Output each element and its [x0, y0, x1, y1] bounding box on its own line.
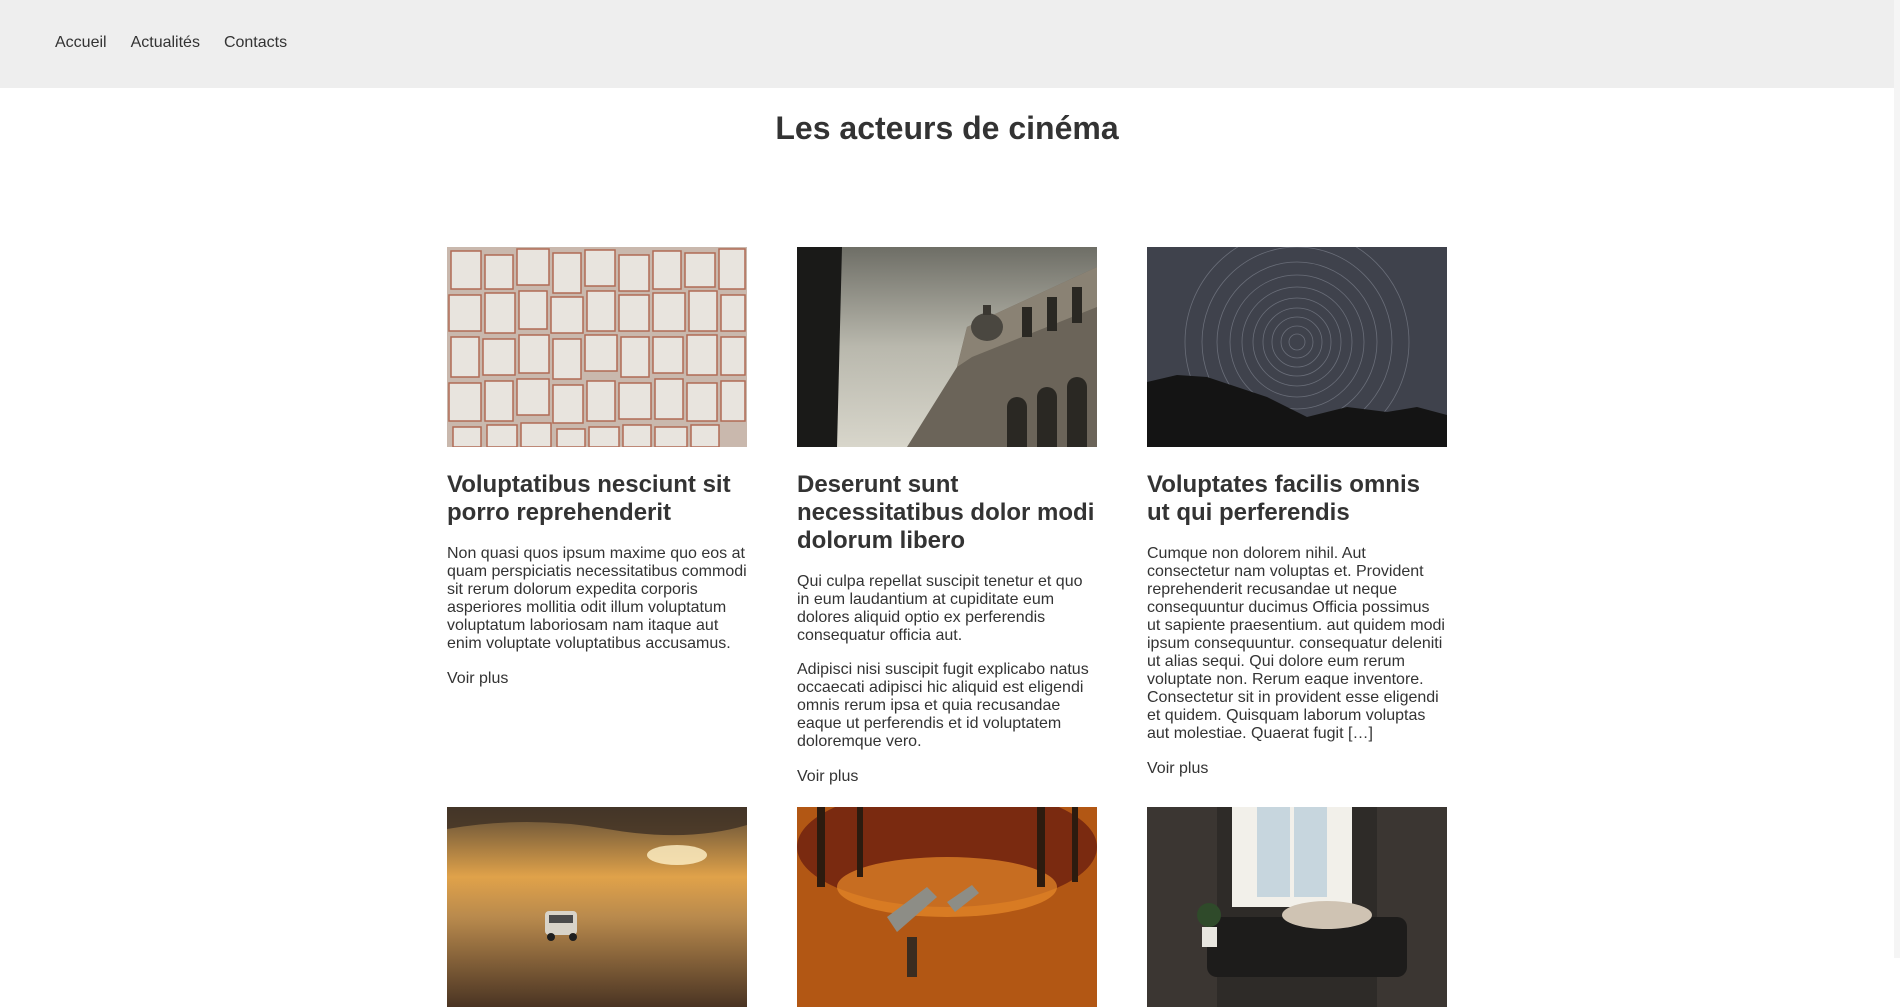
article-title[interactable]: Voluptates facilis omnis ut qui perferen… — [1147, 471, 1447, 527]
article-thumbnail-car-sunset[interactable] — [447, 807, 747, 1007]
article-title[interactable]: Voluptatibus nesciunt sit porro reprehen… — [447, 471, 747, 527]
article-excerpt: Cumque non dolorem nihil. Aut consectetu… — [1147, 545, 1445, 742]
read-more-link[interactable]: Voir plus — [1147, 759, 1208, 779]
article-thumbnail-building[interactable] — [797, 247, 1097, 447]
article-thumbnail-sleeping-window[interactable] — [1147, 807, 1447, 1007]
article-excerpt: Qui culpa repellat suscipit tenetur et q… — [797, 573, 1083, 644]
article-card — [1147, 807, 1447, 1007]
article-thumbnail-autumn-benches[interactable] — [797, 807, 1097, 1007]
article-card — [797, 807, 1097, 1007]
article-card: Voluptatibus nesciunt sit porro reprehen… — [447, 247, 747, 689]
article-card: Voluptates facilis omnis ut qui perferen… — [1147, 247, 1447, 779]
article-card — [447, 807, 747, 1007]
top-navigation-bar: Accueil Actualités Contacts — [0, 0, 1900, 88]
article-excerpt: Non quasi quos ipsum maxime quo eos at q… — [447, 545, 747, 652]
main-nav: Accueil Actualités Contacts — [55, 33, 311, 53]
page-title: Les acteurs de cinéma — [775, 110, 1119, 146]
nav-link-contacts[interactable]: Contacts — [224, 33, 287, 53]
article-title[interactable]: Deserunt sunt necessitatibus dolor modi … — [797, 471, 1097, 555]
article-excerpt-2: Adipisci nisi suscipit fugit explicabo n… — [797, 661, 1089, 750]
vertical-scrollbar[interactable] — [1894, 0, 1900, 958]
read-more-link[interactable]: Voir plus — [447, 669, 508, 689]
article-card: Deserunt sunt necessitatibus dolor modi … — [797, 247, 1097, 787]
read-more-link[interactable]: Voir plus — [797, 767, 858, 787]
nav-link-accueil[interactable]: Accueil — [55, 33, 107, 53]
article-thumbnail-books[interactable] — [447, 247, 747, 447]
article-thumbnail-star-trails[interactable] — [1147, 247, 1447, 447]
nav-link-actualites[interactable]: Actualités — [131, 33, 200, 53]
